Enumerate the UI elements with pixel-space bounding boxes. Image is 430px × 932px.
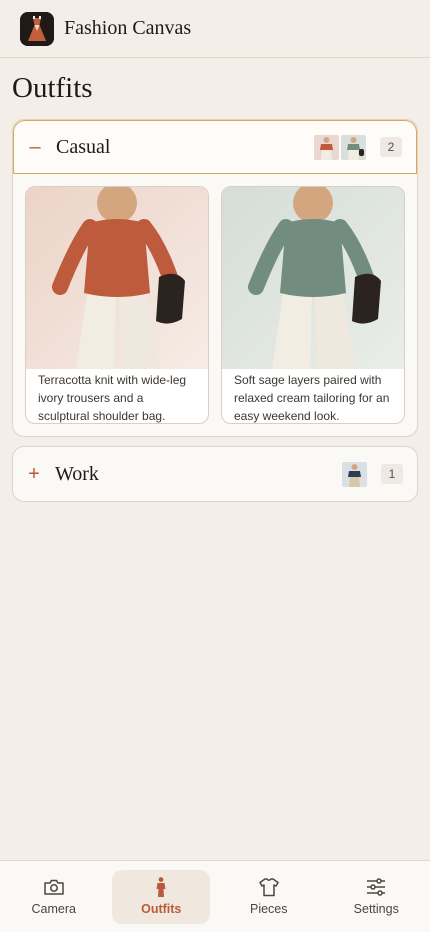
outfit-description: Terracotta knit with wide-leg ivory trou… (38, 373, 187, 423)
outfit-thumbnail (342, 461, 367, 487)
camera-icon (44, 879, 64, 895)
group-name: Work (55, 462, 99, 485)
nav-label: Camera (31, 902, 76, 916)
outfit-group-work: + Work 1 (12, 446, 418, 502)
nav-label: Settings (353, 902, 399, 916)
app-logo (20, 11, 54, 46)
collapse-icon[interactable]: – (28, 137, 42, 157)
outfit-card[interactable]: Terracotta knit with wide-leg ivory trou… (25, 186, 209, 424)
nav-label: Outfits (141, 902, 182, 916)
nav-item-settings[interactable]: Settings (327, 870, 425, 924)
outfit-description: Soft sage layers paired with relaxed cre… (234, 373, 390, 423)
outfit-group-casual: – Casual 2 Terracotta knit with wide-leg… (12, 119, 418, 437)
outfit-thumbnail (341, 134, 366, 160)
outfit-image (26, 187, 208, 369)
person-icon (156, 877, 166, 897)
group-thumbnails (314, 134, 366, 160)
outfit-cards: Terracotta knit with wide-leg ivory trou… (13, 174, 417, 424)
outfit-image (222, 187, 404, 369)
expand-icon[interactable]: + (27, 464, 41, 484)
nav-label: Pieces (249, 902, 288, 916)
outfit-count-badge: 2 (380, 137, 402, 157)
outfit-card[interactable]: Soft sage layers paired with relaxed cre… (221, 186, 405, 424)
dress-logo-icon (20, 11, 54, 46)
nav-item-camera[interactable]: Camera (5, 870, 103, 924)
group-name: Casual (56, 135, 111, 158)
app-title: Fashion Canvas (64, 17, 192, 39)
outfit-count-badge: 1 (381, 464, 403, 484)
outfit-thumbnail (314, 134, 339, 160)
nav-item-pieces[interactable]: Pieces (220, 870, 318, 924)
group-header-casual[interactable]: – Casual 2 (13, 120, 417, 174)
app-header: Fashion Canvas (0, 0, 430, 58)
page-title: Outfits (12, 72, 93, 104)
group-header-work[interactable]: + Work 1 (13, 447, 417, 501)
group-thumbnails (342, 461, 367, 487)
sliders-icon (367, 878, 386, 896)
bottom-nav: Camera Outfits Pieces Settings (0, 860, 430, 932)
nav-item-outfits[interactable]: Outfits (112, 869, 211, 924)
tshirt-icon (259, 878, 279, 897)
